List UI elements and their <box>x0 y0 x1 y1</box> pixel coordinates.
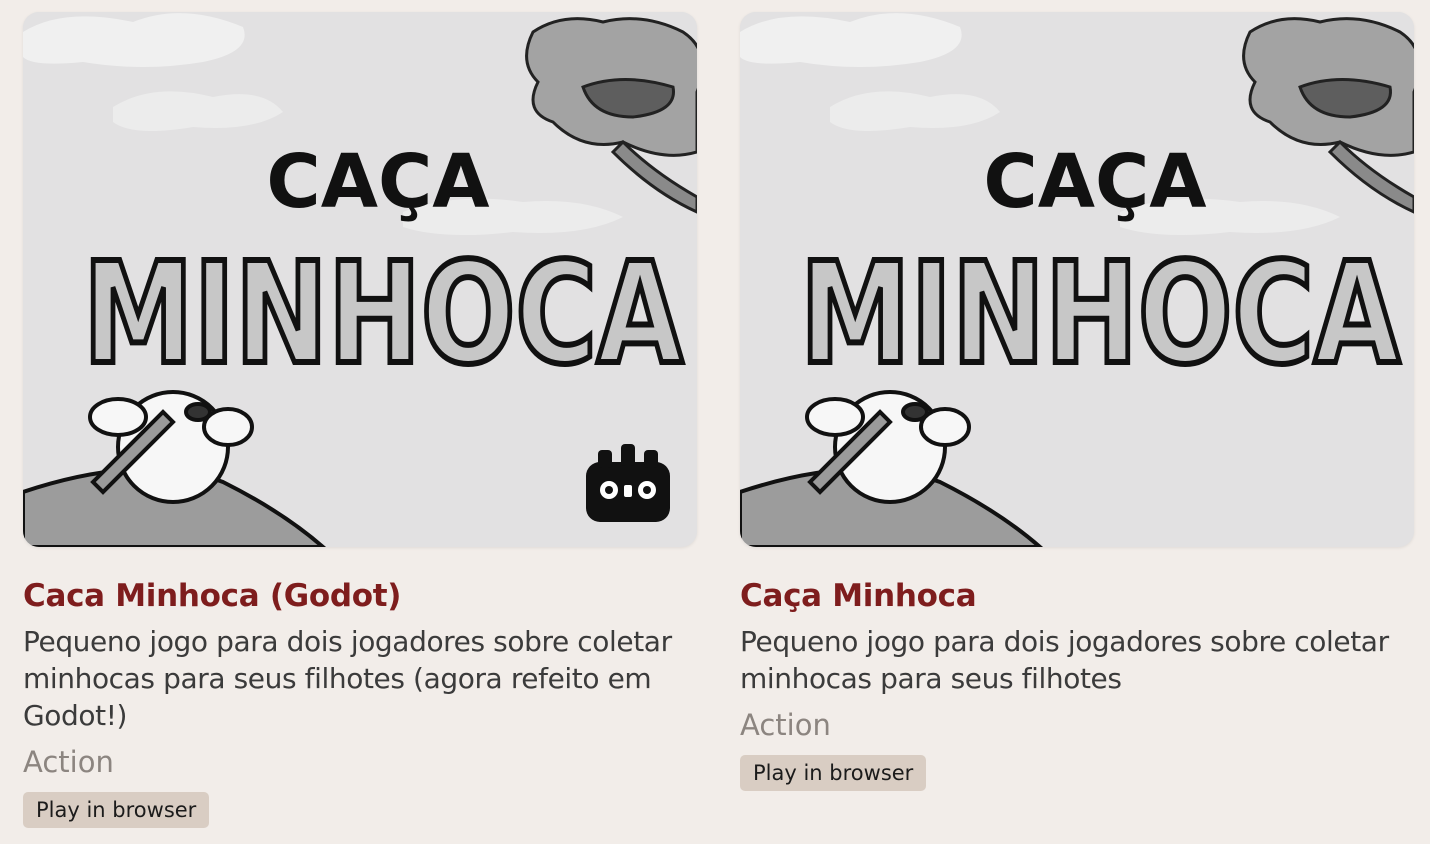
game-cover-art: CAÇA MINHOCA <box>23 12 697 547</box>
cover-title-line1: CAÇA <box>983 139 1206 225</box>
game-cover-link[interactable]: CAÇA MINHOCA <box>740 12 1414 547</box>
game-genre: Action <box>23 745 114 779</box>
game-genre: Action <box>740 708 831 742</box>
game-cover-link[interactable]: CAÇA MINHOCA <box>23 12 697 547</box>
game-title-link[interactable]: Caca Minhoca (Godot) <box>23 577 697 615</box>
game-description: Pequeno jogo para dois jogadores sobre c… <box>23 625 672 732</box>
game-card: CAÇA MINHOCA Caça Minhoca Pequeno jogo p… <box>740 12 1414 791</box>
play-in-browser-badge[interactable]: Play in browser <box>23 792 210 828</box>
godot-logo-icon <box>586 444 670 522</box>
play-in-browser-badge[interactable]: Play in browser <box>740 755 927 791</box>
cover-title-line2: MINHOCA <box>800 233 1400 396</box>
cover-title-line1: CAÇA <box>266 139 489 225</box>
game-card: CAÇA MINHOCA Caca Minhoca (Godot) Pequen… <box>23 12 697 828</box>
cover-title-line2: MINHOCA <box>83 233 683 396</box>
game-description: Pequeno jogo para dois jogadores sobre c… <box>740 625 1389 695</box>
game-title-link[interactable]: Caça Minhoca <box>740 577 1414 615</box>
game-cover-art: CAÇA MINHOCA <box>740 12 1414 547</box>
